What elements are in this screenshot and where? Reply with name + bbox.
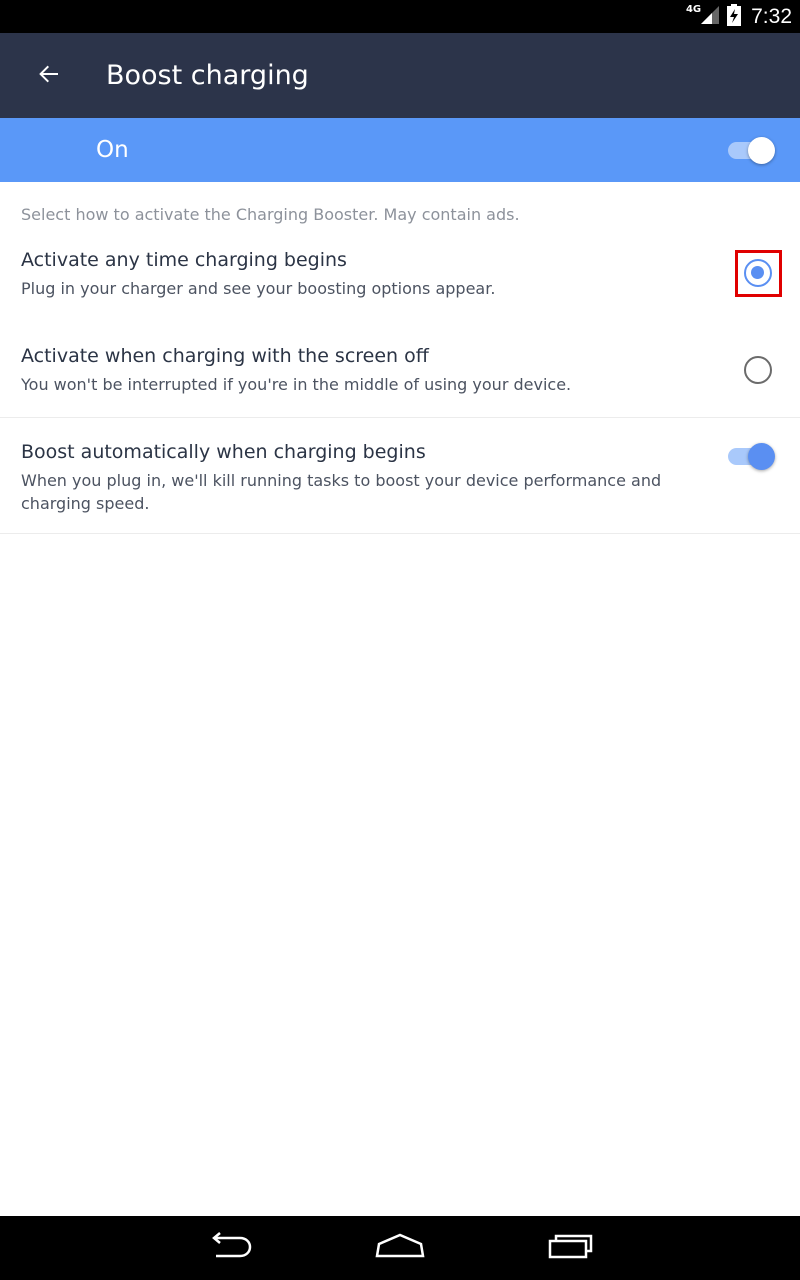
arrow-left-icon bbox=[37, 62, 61, 90]
option-title: Activate when charging with the screen o… bbox=[21, 345, 429, 367]
page-title: Boost charging bbox=[106, 60, 309, 91]
option-any-time[interactable]: Activate any time charging begins Plug i… bbox=[0, 240, 800, 320]
status-icons: 4G 7:32 bbox=[686, 0, 792, 33]
navigation-bar bbox=[0, 1216, 800, 1280]
option-screen-off[interactable]: Activate when charging with the screen o… bbox=[0, 336, 800, 416]
signal-icon bbox=[699, 4, 721, 30]
back-button[interactable] bbox=[24, 51, 74, 101]
nav-back-button[interactable] bbox=[180, 1216, 280, 1280]
divider bbox=[0, 533, 800, 534]
option-title: Activate any time charging begins bbox=[21, 249, 347, 271]
recents-icon bbox=[546, 1232, 594, 1264]
home-icon bbox=[374, 1232, 426, 1264]
selection-highlight bbox=[735, 250, 782, 297]
option-screen-off-radio[interactable] bbox=[744, 356, 772, 384]
auto-boost-row[interactable]: Boost automatically when charging begins… bbox=[0, 432, 800, 532]
divider bbox=[0, 417, 800, 418]
status-bar: 4G 7:32 bbox=[0, 0, 800, 33]
switch-thumb bbox=[748, 137, 775, 164]
master-toggle-switch[interactable] bbox=[726, 135, 776, 165]
nav-home-button[interactable] bbox=[350, 1216, 450, 1280]
option-description: You won't be interrupted if you're in th… bbox=[21, 375, 572, 394]
master-toggle-row[interactable]: On bbox=[0, 118, 800, 182]
back-icon bbox=[206, 1232, 254, 1264]
nav-recents-button[interactable] bbox=[520, 1216, 620, 1280]
auto-boost-title: Boost automatically when charging begins bbox=[21, 441, 426, 463]
master-toggle-label: On bbox=[96, 137, 129, 163]
auto-boost-description: When you plug in, we'll kill running tas… bbox=[21, 471, 662, 513]
switch-thumb bbox=[748, 443, 775, 470]
clock: 7:32 bbox=[751, 4, 792, 28]
app-bar: Boost charging bbox=[0, 33, 800, 118]
network-type-label: 4G bbox=[685, 4, 702, 15]
hint-text: Select how to activate the Charging Boos… bbox=[21, 205, 520, 224]
battery-charging-icon bbox=[727, 3, 742, 30]
auto-boost-switch[interactable] bbox=[726, 441, 776, 471]
option-description: Plug in your charger and see your boosti… bbox=[21, 279, 496, 298]
